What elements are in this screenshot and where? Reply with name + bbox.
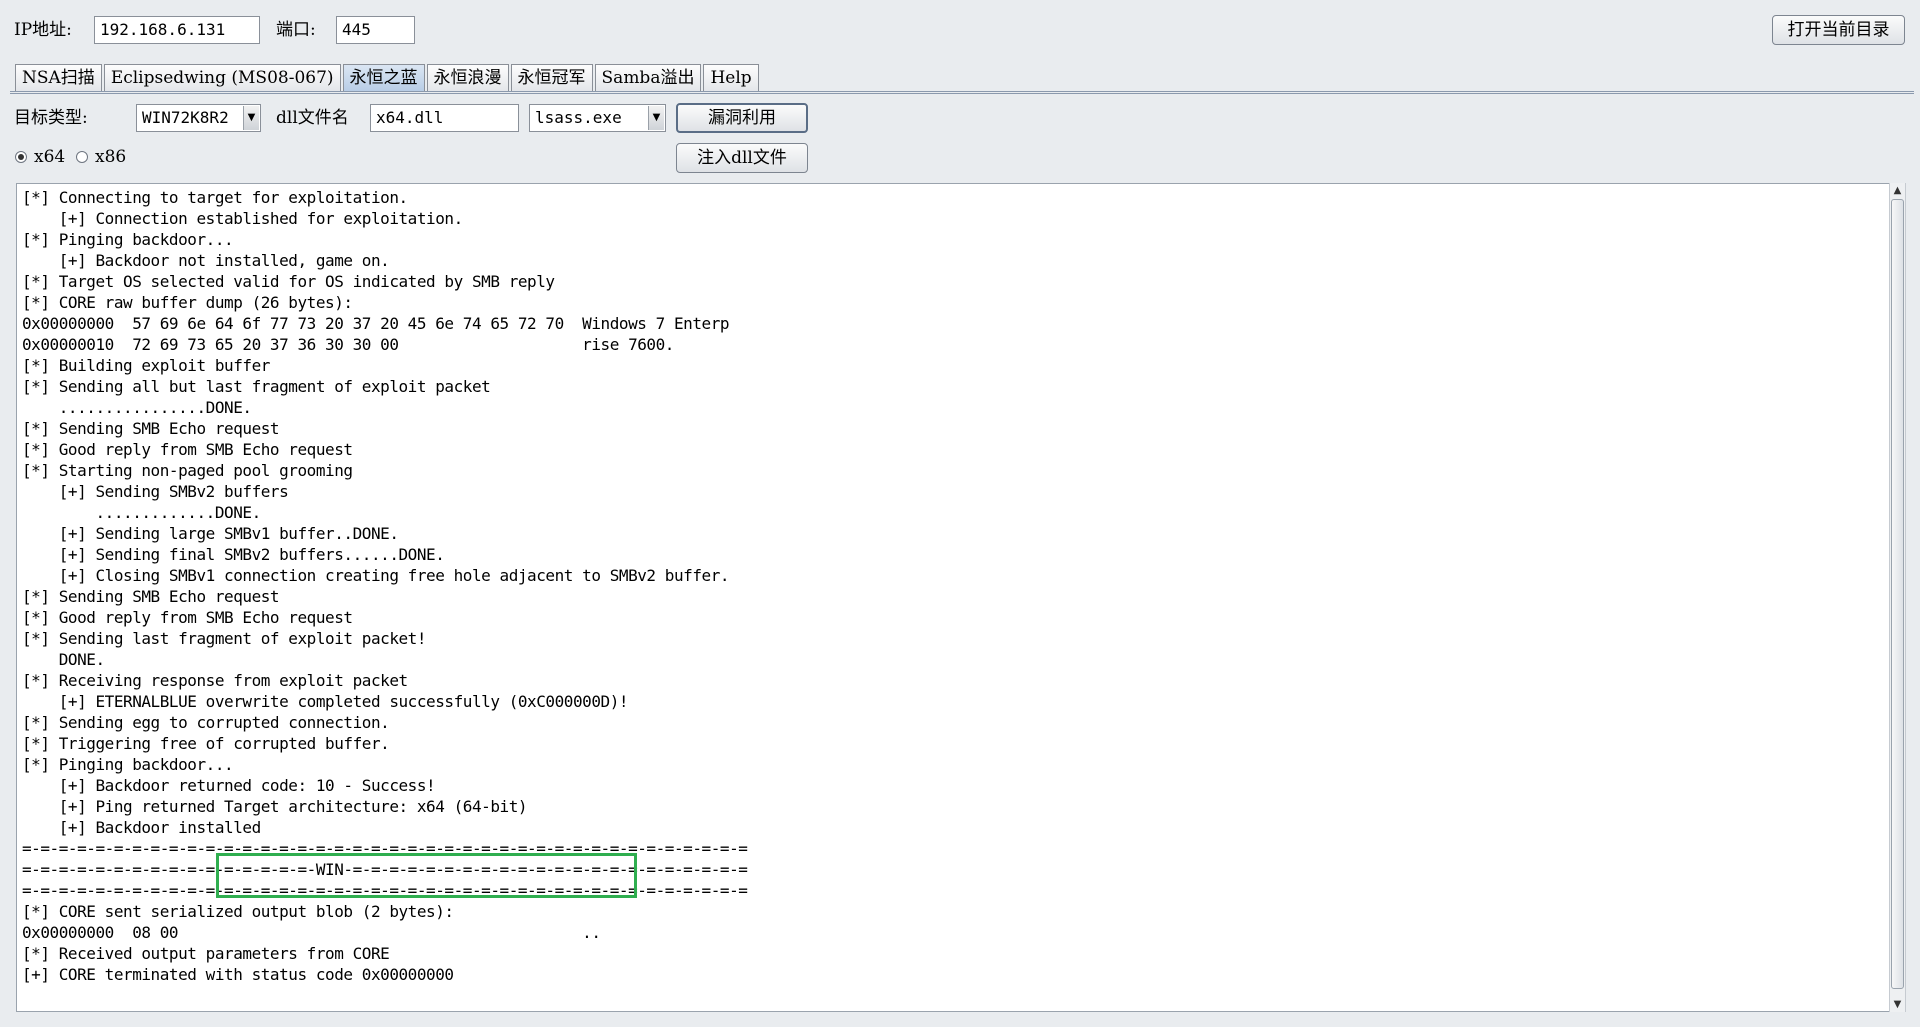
console-line: [+] CORE terminated with status code 0x0… <box>22 965 454 984</box>
tab-nsa-scan[interactable]: NSA扫描 <box>15 64 102 91</box>
dll-name-input[interactable]: x64.dll <box>370 104 519 132</box>
console-line: [*] Sending all but last fragment of exp… <box>22 377 491 396</box>
console-line: [*] Good reply from SMB Echo request <box>22 608 353 627</box>
console-line: [*] Starting non-paged pool grooming <box>22 461 353 480</box>
console-line: [+] Backdoor returned code: 10 - Success… <box>22 776 436 795</box>
radio-selected-dot <box>18 154 24 160</box>
console-line: [*] Sending last fragment of exploit pac… <box>22 629 427 648</box>
console-line: [*] Good reply from SMB Echo request <box>22 440 353 459</box>
console-line: [+] Closing SMBv1 connection creating fr… <box>22 566 730 585</box>
console-line: [*] Building exploit buffer <box>22 356 270 375</box>
tab-bar: NSA扫描 Eclipsedwing (MS08-067) 永恒之蓝 永恒浪漫 … <box>15 64 761 92</box>
console-line: [*] Sending SMB Echo request <box>22 419 280 438</box>
open-directory-button[interactable]: 打开当前目录 <box>1772 15 1905 45</box>
console-line: [*] Receiving response from exploit pack… <box>22 671 408 690</box>
tab-eclipsedwing[interactable]: Eclipsedwing (MS08-067) <box>103 64 341 91</box>
ip-label: IP地址: <box>14 20 72 40</box>
x86-radio[interactable] <box>76 151 88 163</box>
tab-eternalromance[interactable]: 永恒浪漫 <box>426 64 509 91</box>
console-line: [+] Ping returned Target architecture: x… <box>22 797 528 816</box>
console-line: [*] Target OS selected valid for OS indi… <box>22 272 555 291</box>
process-value: lsass.exe <box>535 108 622 127</box>
target-type-label: 目标类型: <box>14 108 88 128</box>
console-line: [*] Sending SMB Echo request <box>22 587 280 606</box>
console-line: DONE. <box>22 650 105 669</box>
tab-divider-2 <box>10 93 1914 94</box>
inject-dll-button[interactable]: 注入dll文件 <box>676 143 808 173</box>
console-line: [*] Pinging backdoor... <box>22 755 234 774</box>
console-line: 0x00000000 08 00 .. <box>22 923 601 942</box>
target-type-select[interactable]: WIN72K8R2 ▼ <box>136 104 261 132</box>
x64-label: x64 <box>34 147 66 167</box>
console-line: [+] Sending final SMBv2 buffers......DON… <box>22 545 445 564</box>
console-line: [*] CORE raw buffer dump (26 bytes): <box>22 293 353 312</box>
tab-samba-overflow[interactable]: Samba溢出 <box>594 64 702 91</box>
console-line: [+] Backdoor installed <box>22 818 261 837</box>
dll-name-label: dll文件名 <box>276 108 349 128</box>
process-select[interactable]: lsass.exe ▼ <box>529 104 666 132</box>
tab-divider <box>10 91 1914 92</box>
target-type-value: WIN72K8R2 <box>142 108 229 127</box>
chevron-down-icon[interactable]: ▼ <box>243 106 259 130</box>
console-line: [*] Triggering free of corrupted buffer. <box>22 734 390 753</box>
console-line: [+] ETERNALBLUE overwrite completed succ… <box>22 692 629 711</box>
console-line: 0x00000010 72 69 73 65 20 37 36 30 30 00… <box>22 335 674 354</box>
port-label: 端口: <box>276 20 316 40</box>
console-line: ................DONE. <box>22 398 252 417</box>
console-line: [*] Sending egg to corrupted connection. <box>22 713 390 732</box>
console-line: [+] Sending SMBv2 buffers <box>22 482 289 501</box>
x64-radio[interactable] <box>15 151 27 163</box>
console-scrollbar[interactable]: ▲ ▼ <box>1889 183 1906 1012</box>
tab-eternalchampion[interactable]: 永恒冠军 <box>510 64 593 91</box>
ip-input[interactable]: 192.168.6.131 <box>94 16 260 44</box>
chevron-down-icon[interactable]: ▼ <box>648 106 664 130</box>
console-line: [*] Received output parameters from CORE <box>22 944 390 963</box>
console-line: 0x00000000 57 69 6e 64 6f 77 73 20 37 20… <box>22 314 730 333</box>
console-line: .............DONE. <box>22 503 261 522</box>
console-line: [*] CORE sent serialized output blob (2 … <box>22 902 454 921</box>
x86-label: x86 <box>95 147 127 167</box>
port-input[interactable]: 445 <box>336 16 415 44</box>
console-line: [+] Backdoor not installed, game on. <box>22 251 390 270</box>
exploit-button[interactable]: 漏洞利用 <box>676 103 808 133</box>
scroll-up-icon[interactable]: ▲ <box>1890 183 1905 198</box>
console-line: [+] Connection established for exploitat… <box>22 209 464 228</box>
console-line: [+] Sending large SMBv1 buffer..DONE. <box>22 524 399 543</box>
console-line: [*] Pinging backdoor... <box>22 230 234 249</box>
tab-help[interactable]: Help <box>703 64 759 91</box>
console-line: [*] Connecting to target for exploitatio… <box>22 188 408 207</box>
tab-eternalblue[interactable]: 永恒之蓝 <box>342 64 425 91</box>
win-highlight-box <box>216 853 637 898</box>
scrollbar-thumb[interactable] <box>1891 199 1904 989</box>
scroll-down-icon[interactable]: ▼ <box>1890 997 1905 1012</box>
